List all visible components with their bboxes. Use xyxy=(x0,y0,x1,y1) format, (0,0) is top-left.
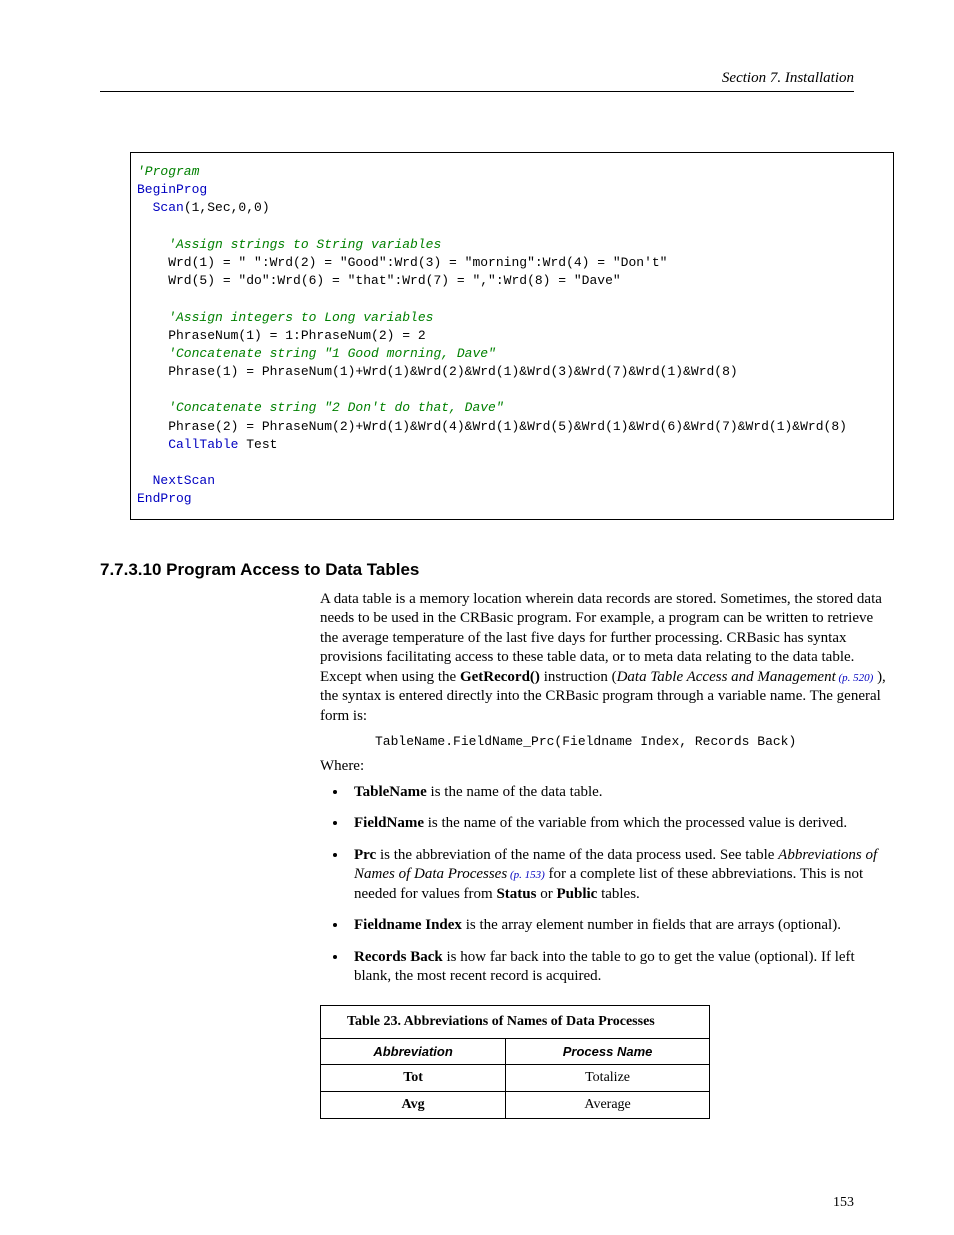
bold-term: TableName xyxy=(354,784,427,800)
code-text: Wrd(5) = "do":Wrd(6) = "that":Wrd(7) = "… xyxy=(137,273,621,288)
code-listing: 'Program BeginProg Scan(1,Sec,0,0) 'Assi… xyxy=(130,152,894,520)
list-item: TableName is the name of the data table. xyxy=(348,783,894,803)
li-text: is the abbreviation of the name of the d… xyxy=(376,847,778,863)
code-text: Test xyxy=(238,437,277,452)
syntax-line: TableName.FieldName_Prc(Fieldname Index,… xyxy=(375,734,894,749)
ref-title: Data Table Access and Management xyxy=(617,669,836,685)
section-heading: 7.7.3.10 Program Access to Data Tables xyxy=(100,560,854,580)
page-number: 153 xyxy=(833,1195,854,1211)
code-keyword: Scan xyxy=(137,200,184,215)
table-cell: Tot xyxy=(321,1064,506,1091)
page-ref-link[interactable]: (p. 520) xyxy=(836,672,874,684)
abbrev-table: Table 23. Abbreviations of Names of Data… xyxy=(320,1005,710,1119)
code-comment: 'Assign integers to Long variables xyxy=(137,310,433,325)
list-item: Records Back is how far back into the ta… xyxy=(348,948,894,987)
code-text: Phrase(2) = PhraseNum(2)+Wrd(1)&Wrd(4)&W… xyxy=(137,419,847,434)
code-comment: 'Assign strings to String variables xyxy=(137,237,441,252)
code-text: Phrase(1) = PhraseNum(1)+Wrd(1)&Wrd(2)&W… xyxy=(137,364,738,379)
table-cell: Avg xyxy=(321,1091,506,1118)
bold-term: GetRecord() xyxy=(460,669,540,685)
code-text: Wrd(1) = " ":Wrd(2) = "Good":Wrd(3) = "m… xyxy=(137,255,668,270)
li-text: is the name of the data table. xyxy=(427,784,603,800)
code-comment: 'Concatenate string "2 Don't do that, Da… xyxy=(137,400,504,415)
code-comment: 'Concatenate string "1 Good morning, Dav… xyxy=(137,346,496,361)
table-header: Abbreviation xyxy=(321,1038,506,1064)
table-header: Process Name xyxy=(506,1038,710,1064)
bold-term: Public xyxy=(556,886,597,902)
table-cell: Average xyxy=(506,1091,710,1118)
code-text: (1,Sec,0,0) xyxy=(184,200,270,215)
table-cell: Totalize xyxy=(506,1064,710,1091)
bold-term: FieldName xyxy=(354,815,424,831)
code-text: PhraseNum(1) = 1:PhraseNum(2) = 2 xyxy=(137,328,426,343)
code-keyword: CallTable xyxy=(137,437,238,452)
body-content: A data table is a memory location wherei… xyxy=(320,590,894,1119)
code-comment: 'Program xyxy=(137,164,199,179)
code-keyword: EndProg xyxy=(137,491,192,506)
page-ref-link[interactable]: (p. 153) xyxy=(507,869,545,881)
li-text: is the name of the variable from which t… xyxy=(424,815,847,831)
bold-term: Fieldname Index xyxy=(354,917,462,933)
li-text: or xyxy=(536,886,556,902)
table-row: Avg Average xyxy=(321,1091,710,1118)
list-item: Fieldname Index is the array element num… xyxy=(348,916,894,936)
paragraph: A data table is a memory location wherei… xyxy=(320,590,894,727)
where-label: Where: xyxy=(320,757,894,777)
table-title: Table 23. Abbreviations of Names of Data… xyxy=(321,1005,710,1038)
para-text: instruction ( xyxy=(540,669,617,685)
code-keyword: NextScan xyxy=(137,473,215,488)
bold-term: Records Back xyxy=(354,949,443,965)
li-text: is the array element number in fields th… xyxy=(462,917,841,933)
list-item: Prc is the abbreviation of the name of t… xyxy=(348,846,894,905)
bullet-list: TableName is the name of the data table.… xyxy=(320,783,894,987)
li-text: tables. xyxy=(597,886,640,902)
code-keyword: BeginProg xyxy=(137,182,207,197)
bold-term: Prc xyxy=(354,847,376,863)
table-row: Tot Totalize xyxy=(321,1064,710,1091)
bold-term: Status xyxy=(496,886,536,902)
running-header: Section 7. Installation xyxy=(100,70,854,92)
list-item: FieldName is the name of the variable fr… xyxy=(348,814,894,834)
